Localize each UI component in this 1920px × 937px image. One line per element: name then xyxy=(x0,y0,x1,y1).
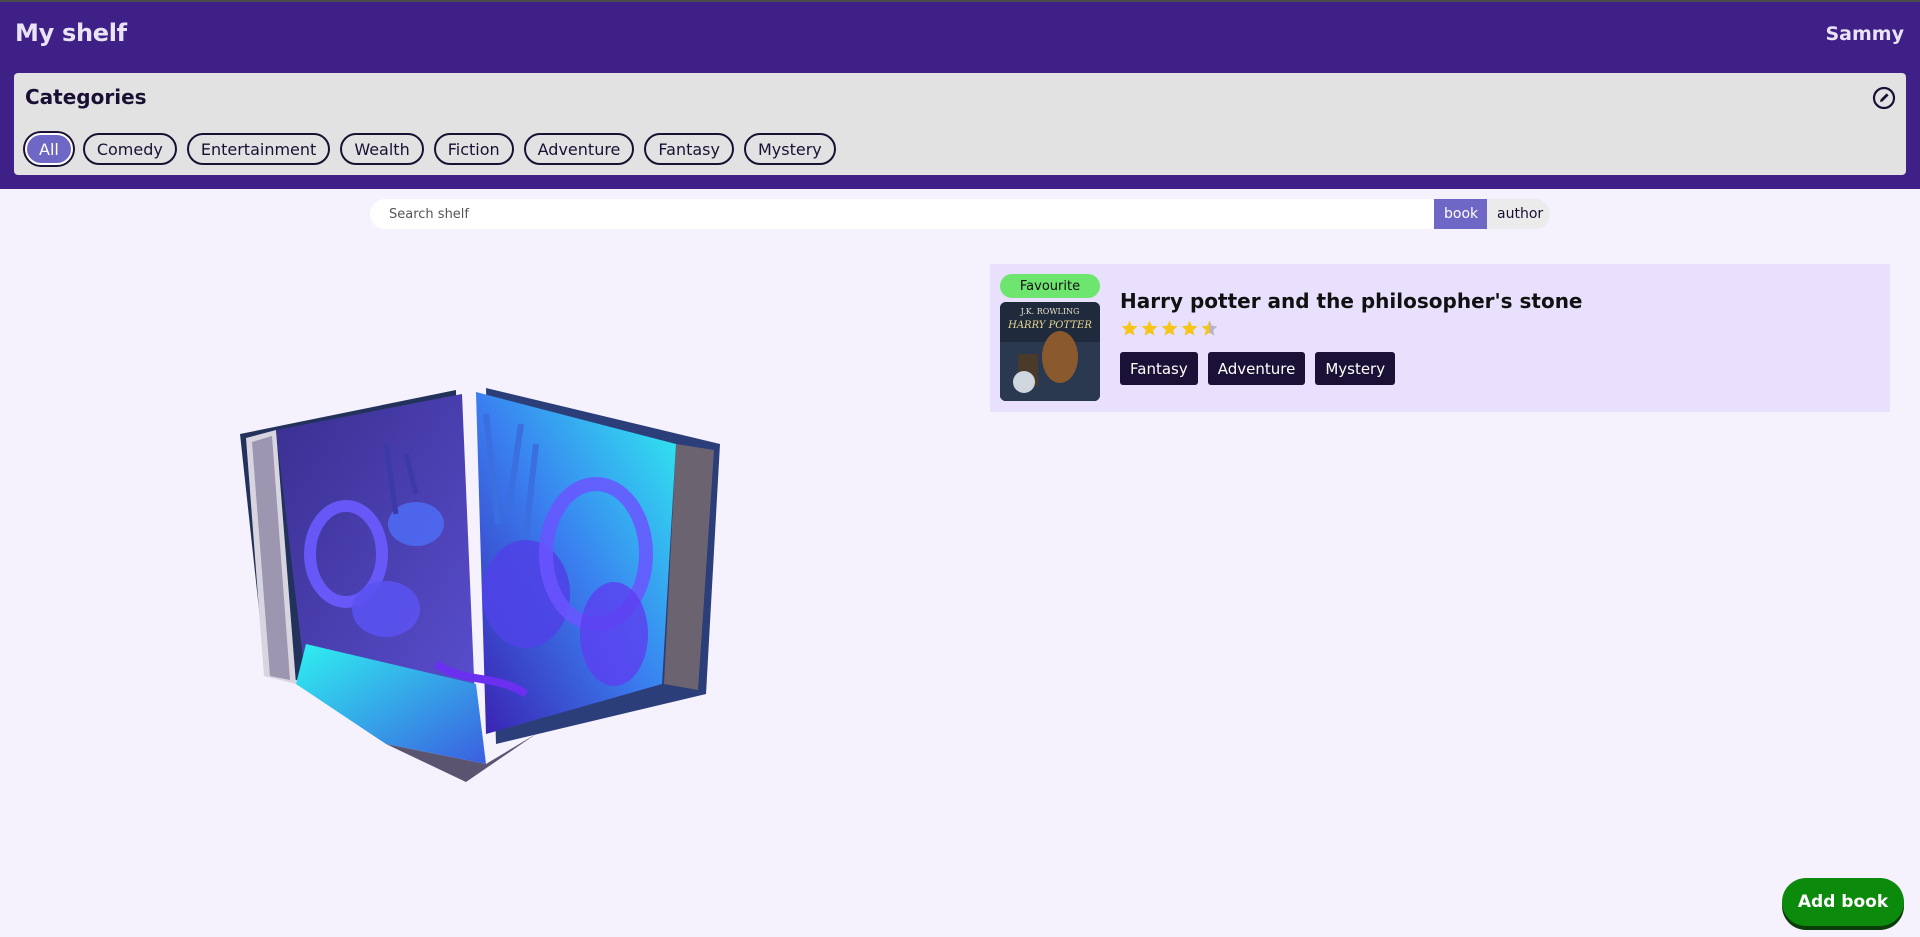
search-mode-author[interactable]: author xyxy=(1487,199,1550,229)
category-chip-all[interactable]: All xyxy=(25,133,73,165)
star-icon xyxy=(1161,320,1178,336)
category-chip-fantasy[interactable]: Fantasy xyxy=(644,133,734,165)
edit-circle-icon xyxy=(1872,86,1896,110)
book-card[interactable]: Favourite J.K. ROWLING HARRY POTTER Harr… xyxy=(990,264,1890,412)
app-title: My shelf xyxy=(15,19,127,47)
category-chip-fiction[interactable]: Fiction xyxy=(433,133,514,165)
category-chip-wealth[interactable]: Wealth xyxy=(340,133,424,165)
star-rating xyxy=(1120,319,1219,338)
book-tags: Fantasy Adventure Mystery xyxy=(1120,352,1396,385)
star-icon xyxy=(1201,320,1218,336)
favourite-badge: Favourite xyxy=(1000,274,1100,298)
category-chip-mystery[interactable]: Mystery xyxy=(743,133,836,165)
hero-book-illustration xyxy=(236,384,726,790)
add-book-button[interactable]: Add book xyxy=(1782,878,1904,926)
star-icon xyxy=(1181,320,1198,336)
user-name[interactable]: Sammy xyxy=(1826,23,1905,45)
edit-categories-button[interactable] xyxy=(1872,86,1896,110)
book-tag[interactable]: Adventure xyxy=(1207,352,1306,385)
search-bar: book author xyxy=(370,199,1550,229)
categories-panel: Categories All Comedy Entertainment Weal… xyxy=(14,73,1906,175)
book-cover: J.K. ROWLING HARRY POTTER xyxy=(1000,302,1100,401)
category-chips: All Comedy Entertainment Wealth Fiction … xyxy=(25,133,836,165)
categories-title: Categories xyxy=(25,85,147,109)
star-icon xyxy=(1141,320,1158,336)
category-chip-adventure[interactable]: Adventure xyxy=(523,133,635,165)
svg-text:J.K. ROWLING: J.K. ROWLING xyxy=(1020,307,1080,316)
star-icon xyxy=(1121,320,1138,336)
category-chip-comedy[interactable]: Comedy xyxy=(82,133,177,165)
search-mode-book[interactable]: book xyxy=(1434,199,1487,229)
book-tag[interactable]: Mystery xyxy=(1315,352,1396,385)
search-input[interactable] xyxy=(370,199,1434,229)
app-header: My shelf Sammy Categories All Comedy Ent… xyxy=(0,2,1920,189)
svg-text:HARRY POTTER: HARRY POTTER xyxy=(1007,320,1092,331)
book-tag[interactable]: Fantasy xyxy=(1120,352,1198,385)
category-chip-entertainment[interactable]: Entertainment xyxy=(186,133,331,165)
book-title[interactable]: Harry potter and the philosopher's stone xyxy=(1120,289,1583,313)
